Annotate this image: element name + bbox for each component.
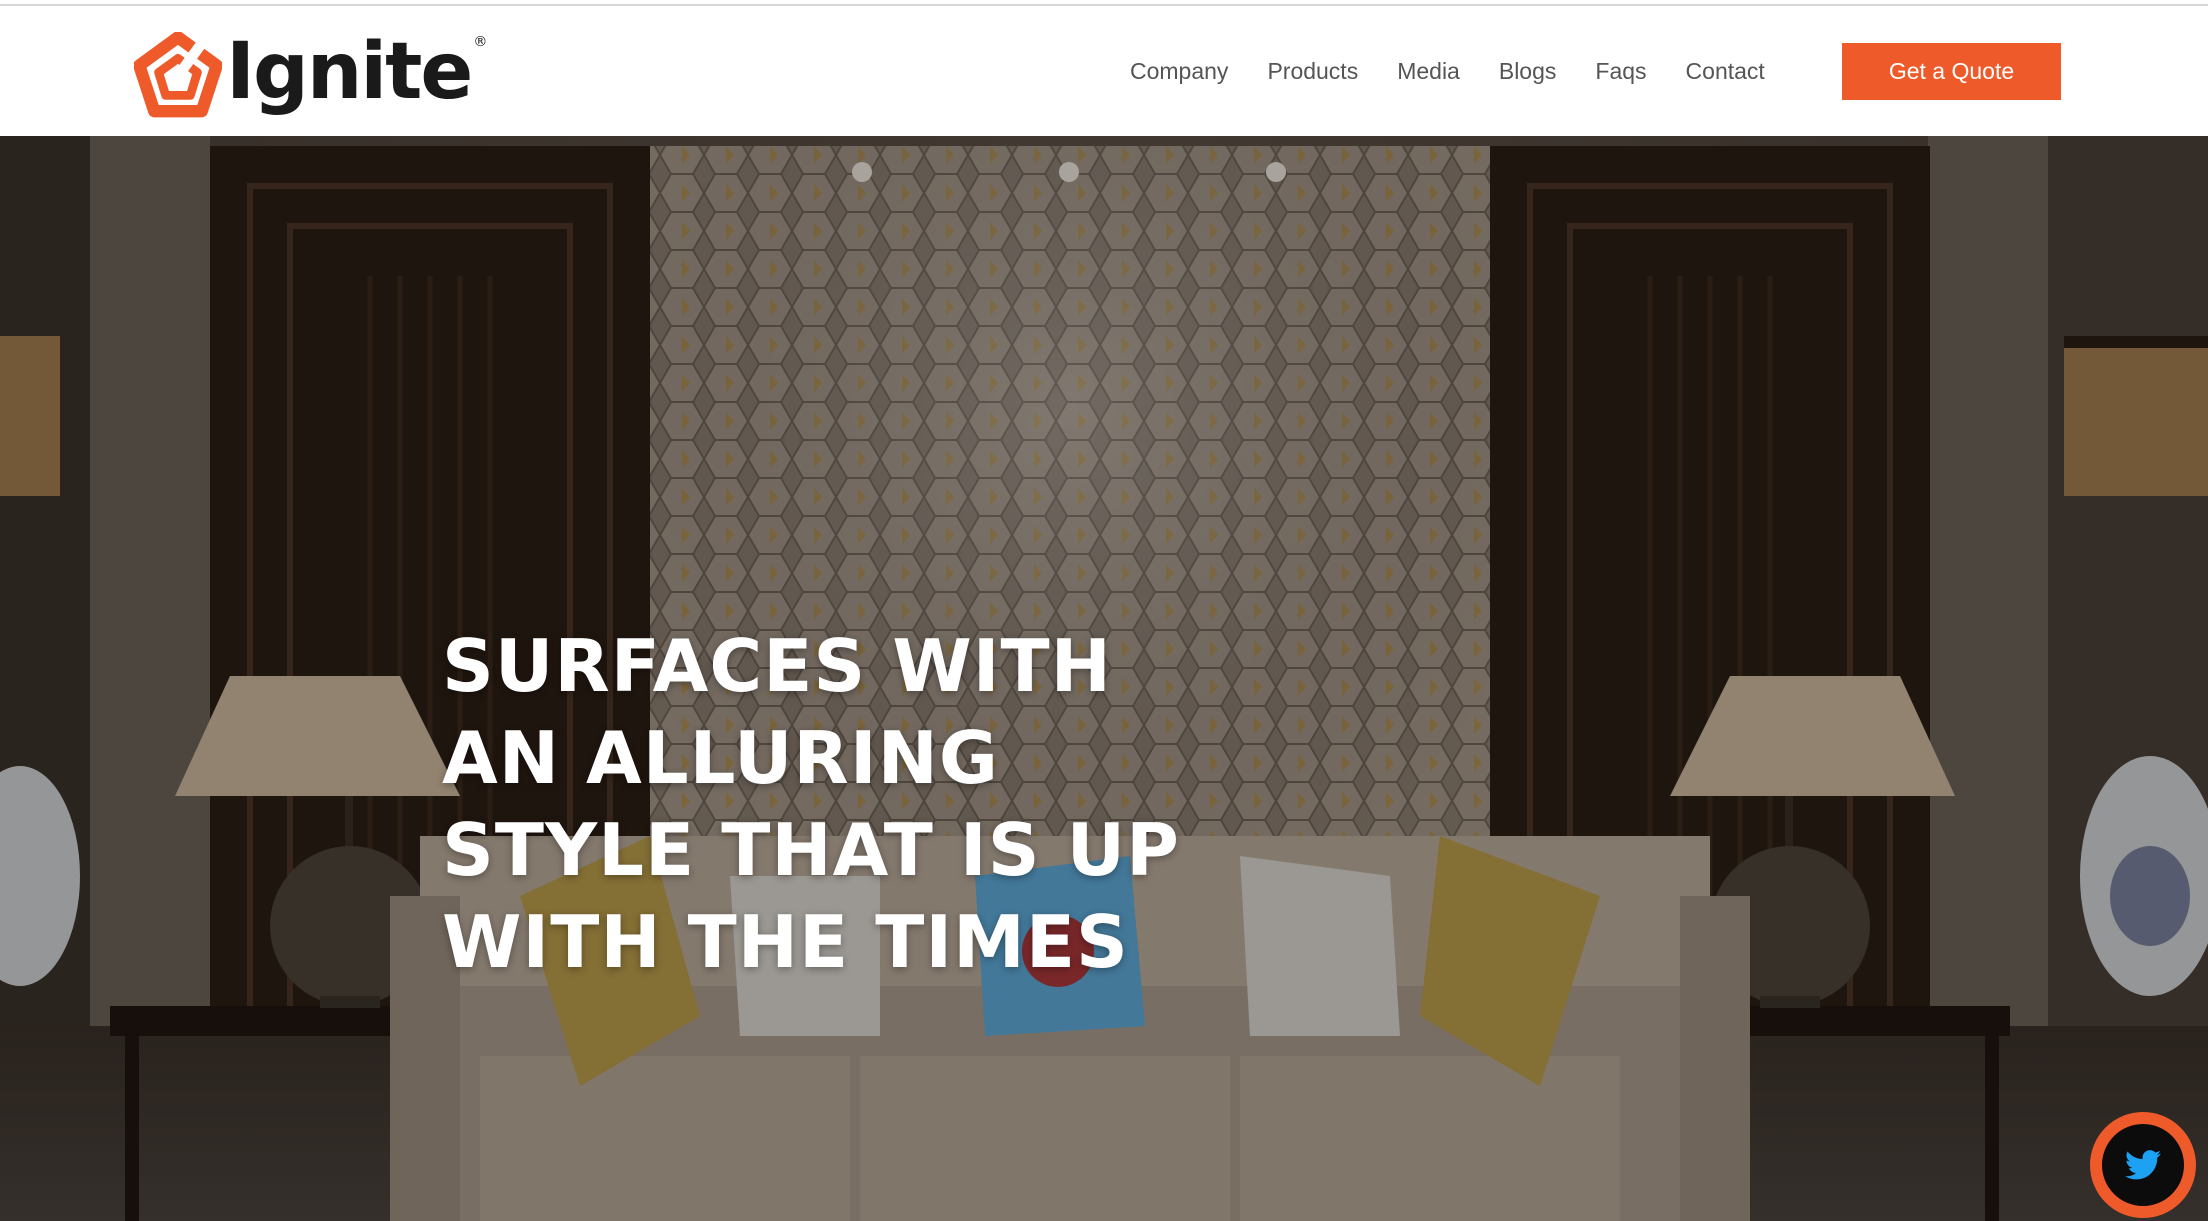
- logo-pentagon-icon: [134, 32, 222, 118]
- twitter-button-inner: [2102, 1124, 2184, 1206]
- hero-line-3: STYLE THAT IS UP: [442, 808, 1180, 892]
- hero-line-1: SURFACES WITH: [442, 624, 1112, 708]
- nav-media[interactable]: Media: [1397, 58, 1460, 85]
- main-nav: Company Products Media Blogs Faqs Contac…: [1130, 6, 1765, 136]
- nav-faqs[interactable]: Faqs: [1595, 58, 1646, 85]
- nav-blogs[interactable]: Blogs: [1499, 58, 1557, 85]
- logo-wordmark: Ignite ®: [226, 33, 487, 111]
- logo-name: Ignite: [226, 27, 473, 117]
- nav-contact[interactable]: Contact: [1686, 58, 1765, 85]
- site-header: Ignite ® Company Products Media Blogs Fa…: [0, 6, 2208, 136]
- get-a-quote-button[interactable]: Get a Quote: [1842, 43, 2061, 100]
- nav-products[interactable]: Products: [1267, 58, 1358, 85]
- nav-company[interactable]: Company: [1130, 58, 1228, 85]
- registered-mark: ®: [473, 34, 488, 50]
- hero-line-4: WITH THE TIMES: [442, 900, 1129, 984]
- hero-line-2: AN ALLURING: [442, 716, 1000, 800]
- twitter-bird-icon: [2125, 1150, 2161, 1180]
- ignite-logo[interactable]: Ignite ®: [134, 26, 487, 126]
- hero-banner: SURFACES WITH AN ALLURING STYLE THAT IS …: [0, 136, 2208, 1221]
- hero-headline: SURFACES WITH AN ALLURING STYLE THAT IS …: [442, 620, 1202, 988]
- twitter-button[interactable]: [2090, 1112, 2196, 1218]
